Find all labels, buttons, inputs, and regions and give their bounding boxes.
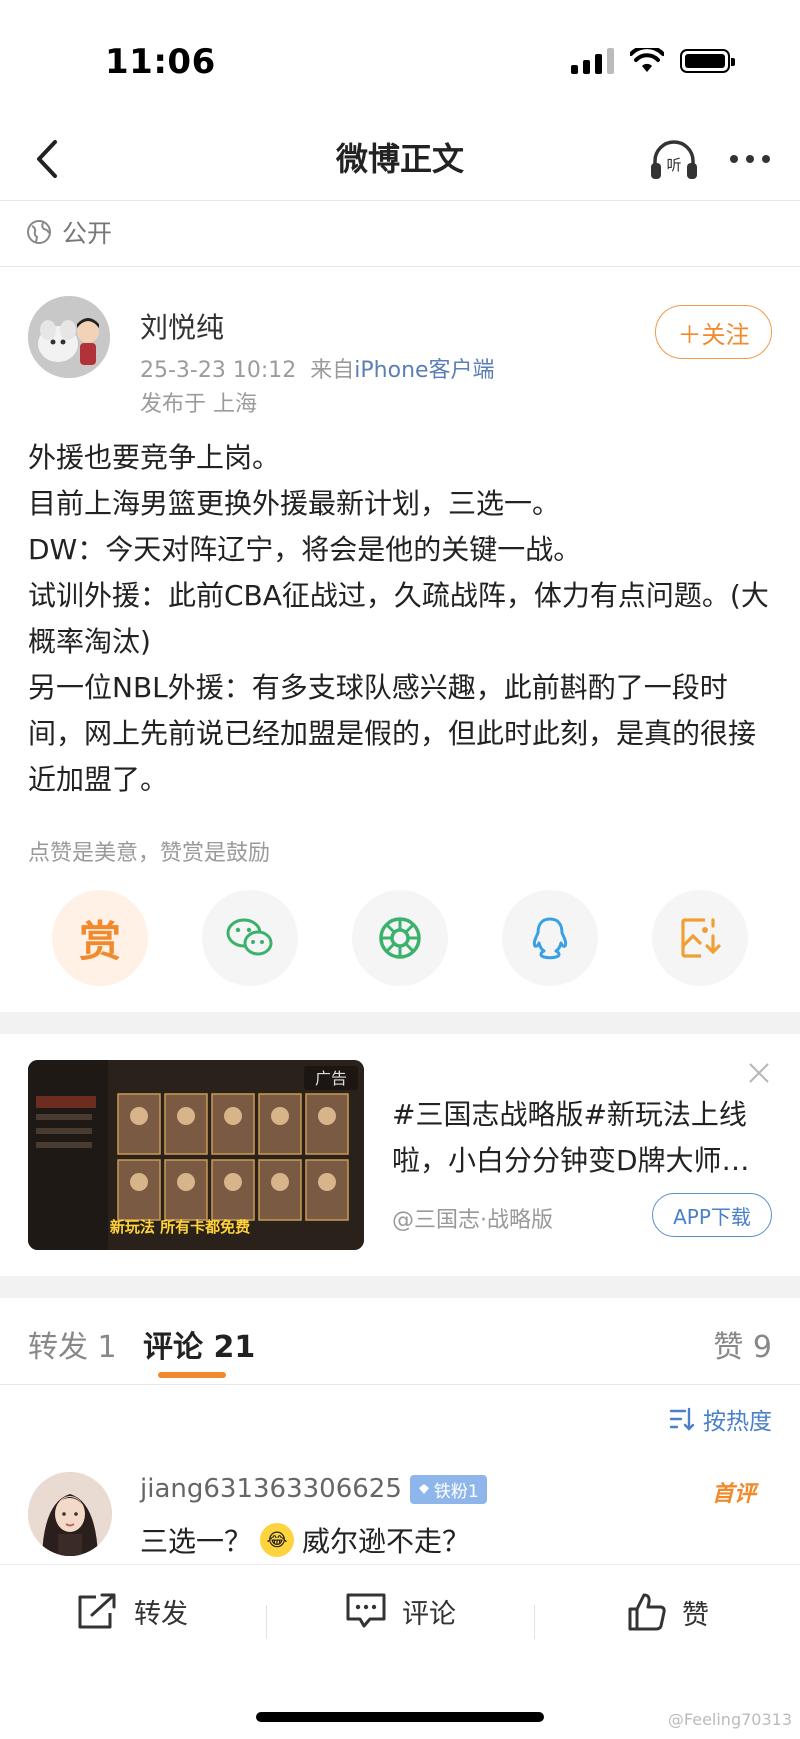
visibility-label: 公开 (62, 219, 113, 248)
status-time: 11:06 (105, 42, 216, 82)
listen-label: 听 (666, 156, 681, 174)
comment-button[interactable]: 评论 (344, 1591, 456, 1631)
ad-game-screenshot: 广告 新玩法 所有卡都免费 (28, 1060, 364, 1250)
author-avatar-image (28, 296, 110, 378)
author-name[interactable]: 刘悦纯 (140, 306, 224, 346)
diamond-icon (418, 1484, 429, 1494)
post-paragraph: 外援也要竞争上岗。 (28, 441, 281, 474)
divider (0, 266, 800, 267)
like-button[interactable]: 赞 (626, 1591, 709, 1633)
sort-icon (669, 1407, 695, 1431)
laughing-emoji-icon: 😂 (260, 1523, 295, 1557)
navigation-bar: 微博正文 听 (0, 120, 800, 200)
watermark: @Feeling70313 (667, 1710, 792, 1729)
post-source[interactable]: iPhone客户端 (354, 358, 494, 383)
qq-icon (532, 917, 568, 960)
share-qq-button[interactable] (502, 890, 598, 986)
app-download-button[interactable]: APP下载 (652, 1193, 772, 1237)
more-dot-icon (730, 155, 738, 163)
ad-close-button[interactable] (744, 1058, 774, 1088)
post-paragraph: 另一位NBL外援：有多支球队感兴趣，此前斟酌了一段时间，网上先前说已经加盟是假的… (28, 671, 757, 796)
post-paragraph: DW：今天对阵辽宁，将会是他的关键一战。 (28, 533, 582, 566)
fan-badge: 铁粉1 (409, 1474, 487, 1504)
more-dot-icon (746, 155, 754, 163)
post-content: 外援也要竞争上岗。 目前上海男篮更换外援最新计划，三选一。 DW：今天对阵辽宁，… (28, 435, 778, 803)
cellular-signal-icon (571, 48, 614, 74)
reward-tip-text: 点赞是美意，赞赏是鼓励 (28, 841, 271, 866)
ad-title[interactable]: #三国志战略版#新玩法上线啦，小白分分钟变D牌大师… (392, 1092, 772, 1184)
wechat-icon (226, 918, 273, 956)
home-indicator (256, 1712, 544, 1722)
divider (534, 1605, 535, 1639)
tab-reposts[interactable]: 转发 1 (28, 1322, 117, 1366)
more-options-button[interactable] (722, 134, 778, 184)
sort-button[interactable]: 按热度 (669, 1402, 772, 1436)
commenter-avatar-image (28, 1472, 112, 1556)
sort-label: 按热度 (703, 1409, 772, 1435)
comment-label: 评论 (402, 1598, 456, 1630)
more-dot-icon (762, 155, 770, 163)
comment-text-part: 威尔逊不走？ (302, 1525, 471, 1558)
post-paragraph: 试训外援：此前CBA征战过，久疏战阵，体力有点问题。(大概率淘汰) (28, 579, 769, 658)
repost-button[interactable]: 转发 (76, 1591, 188, 1631)
like-label: 赞 (682, 1599, 709, 1631)
share-wechat-button[interactable] (202, 890, 298, 986)
divider (0, 1384, 800, 1385)
reward-icon: 赏 (78, 916, 121, 966)
active-tab-indicator (158, 1372, 226, 1378)
visibility-row: 公开 (26, 214, 112, 250)
comment-user-row: jiang631363306625 铁粉1 (140, 1474, 487, 1504)
post-date: 25-3-23 10:12 (140, 358, 297, 383)
first-comment-tag: 首评 (711, 1482, 756, 1507)
bottom-action-bar: 转发 评论 赞 (0, 1564, 800, 1674)
commenter-name[interactable]: jiang631363306625 (140, 1474, 402, 1504)
status-bar: 11:06 (0, 0, 800, 120)
ad-source[interactable]: @三国志·战略版 (392, 1202, 553, 1234)
moments-icon (379, 917, 421, 959)
divider (266, 1605, 267, 1639)
post-meta: 25-3-23 10:12 来自iPhone客户端 (140, 352, 495, 384)
section-separator (0, 1012, 800, 1034)
share-moments-button[interactable] (352, 890, 448, 986)
comment-text: 三选一？ 😂 威尔逊不走？ (140, 1520, 470, 1560)
share-arrow-icon (78, 1593, 116, 1629)
close-icon (749, 1063, 769, 1083)
comment-bubble-icon (346, 1593, 386, 1628)
post-location: 发布于 上海 (140, 392, 257, 417)
ad-badge: 广告 (315, 1069, 347, 1088)
thumbs-up-icon (628, 1593, 666, 1631)
author-avatar[interactable] (28, 296, 110, 378)
tab-likes[interactable]: 赞 9 (713, 1322, 772, 1366)
commenter-avatar[interactable] (28, 1472, 112, 1556)
share-row: 赏 (52, 890, 752, 986)
post-paragraph: 目前上海男篮更换外援最新计划，三选一。 (28, 487, 561, 520)
globe-icon (27, 220, 51, 244)
tab-comments[interactable]: 评论 21 (143, 1322, 255, 1366)
listen-button[interactable]: 听 (646, 134, 702, 184)
reward-button[interactable]: 赏 (52, 890, 148, 986)
battery-icon (680, 49, 735, 73)
status-icons (571, 48, 735, 74)
ad-banner-text: 新玩法 所有卡都免费 (110, 1218, 250, 1236)
fan-badge-label: 铁粉1 (433, 1481, 479, 1502)
source-prefix: 来自 (310, 358, 355, 383)
headphones-icon: 听 (651, 140, 697, 179)
repost-label: 转发 (134, 1598, 188, 1630)
follow-button[interactable]: ＋关注 (655, 305, 772, 359)
save-image-button[interactable] (652, 890, 748, 986)
ad-image[interactable]: 广告 新玩法 所有卡都免费 (28, 1060, 364, 1250)
comment-text-part: 三选一？ (140, 1525, 253, 1558)
save-image-icon (681, 918, 721, 958)
section-separator (0, 1276, 800, 1298)
wifi-icon (630, 48, 664, 72)
divider (0, 200, 800, 201)
